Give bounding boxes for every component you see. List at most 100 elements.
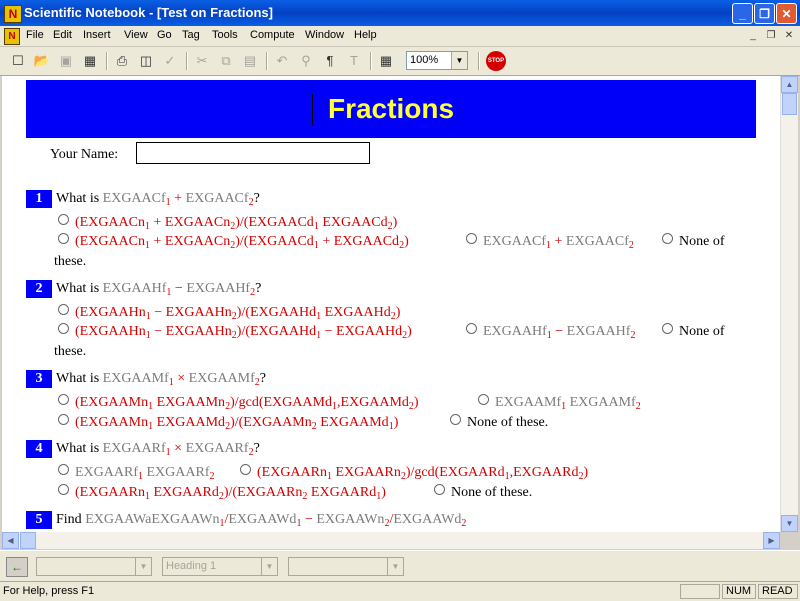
- document-area[interactable]: Fractions Your Name: 1 What is EXGAACf1 …: [2, 76, 780, 532]
- question-number: 3: [26, 370, 52, 388]
- scroll-left-icon[interactable]: ◀: [2, 532, 19, 549]
- zoom-select[interactable]: 100% ▼: [406, 51, 468, 70]
- maximize-button[interactable]: ❐: [754, 3, 775, 24]
- answer-option[interactable]: EXGAAMf1 EXGAAMf2: [478, 394, 641, 412]
- radio-button[interactable]: [58, 414, 69, 425]
- document-icon[interactable]: N: [4, 28, 20, 45]
- radio-button[interactable]: [58, 323, 69, 334]
- stop-icon[interactable]: STOP: [486, 51, 506, 71]
- radio-button[interactable]: [466, 323, 477, 334]
- open-icon[interactable]: 📂: [32, 51, 52, 71]
- menu-file[interactable]: File: [26, 29, 44, 41]
- print-preview-icon[interactable]: ◫: [136, 51, 156, 71]
- mdi-minimize-button[interactable]: _: [746, 29, 760, 43]
- table-icon[interactable]: ▦: [376, 51, 396, 71]
- copy-icon[interactable]: ⧉: [216, 51, 236, 71]
- save-icon[interactable]: ▣: [56, 51, 76, 71]
- answer-option[interactable]: None of these.: [434, 484, 532, 502]
- menu-help[interactable]: Help: [354, 29, 377, 41]
- minimize-button[interactable]: _: [732, 3, 753, 24]
- menu-view[interactable]: View: [124, 29, 148, 41]
- back-arrow-icon[interactable]: ←: [6, 557, 28, 577]
- answer-option[interactable]: (EXGAAMn1 EXGAAMn2)/gcd(EXGAAMd1,EXGAAMd…: [58, 394, 419, 412]
- paste-icon[interactable]: ▤: [240, 51, 260, 71]
- item-tag-select[interactable]: Heading 1 ▼: [162, 557, 278, 576]
- paragraph-icon[interactable]: ¶: [320, 51, 340, 71]
- question-prompt: What is EXGAACf1 + EXGAACf2?: [56, 191, 260, 208]
- radio-button[interactable]: [466, 233, 477, 244]
- radio-button[interactable]: [478, 394, 489, 405]
- chevron-down-icon[interactable]: ▼: [261, 558, 277, 575]
- new-icon[interactable]: ☐: [8, 51, 28, 71]
- menu-edit[interactable]: Edit: [53, 29, 72, 41]
- window-title: Scientific Notebook - [Test on Fractions…: [24, 5, 273, 20]
- radio-button[interactable]: [662, 233, 673, 244]
- radio-button[interactable]: [240, 464, 251, 475]
- radio-button[interactable]: [58, 484, 69, 495]
- answer-option-continued: these.: [54, 344, 87, 359]
- spellcheck-icon[interactable]: ✓: [160, 51, 180, 71]
- vertical-scrollbar[interactable]: ▲ ▼: [780, 76, 798, 532]
- vertical-scroll-thumb[interactable]: [782, 93, 797, 115]
- radio-button[interactable]: [58, 304, 69, 315]
- mdi-close-button[interactable]: ✕: [782, 29, 796, 43]
- print-icon[interactable]: ⎙: [112, 51, 132, 71]
- horizontal-scrollbar[interactable]: ◀ ▶: [2, 532, 780, 549]
- answer-option[interactable]: None of: [662, 323, 725, 341]
- answer-option[interactable]: (EXGAACn1 + EXGAACn2)/(EXGAACd1 EXGAACd2…: [58, 214, 397, 232]
- answer-option[interactable]: (EXGAARn1 EXGAARd2)/(EXGAARn2 EXGAARd1): [58, 484, 386, 502]
- close-button[interactable]: ✕: [776, 3, 797, 24]
- question-number: 5: [26, 511, 52, 529]
- zoom-value: 100%: [410, 54, 439, 66]
- num-indicator: NUM: [722, 584, 756, 599]
- name-field[interactable]: [136, 142, 370, 164]
- text-caret: [312, 94, 313, 126]
- answer-option[interactable]: (EXGAAHn1 − EXGAAHn2)/(EXGAAHd1 EXGAAHd2…: [58, 304, 400, 322]
- radio-button[interactable]: [662, 323, 673, 334]
- horizontal-scroll-thumb[interactable]: [20, 532, 36, 549]
- radio-button[interactable]: [58, 394, 69, 405]
- answer-option[interactable]: (EXGAACn1 + EXGAACn2)/(EXGAACd1 + EXGAAC…: [58, 233, 409, 251]
- answer-option[interactable]: EXGAACf1 + EXGAACf2: [466, 233, 634, 251]
- scroll-up-icon[interactable]: ▲: [781, 76, 798, 93]
- menu-window[interactable]: Window: [305, 29, 344, 41]
- answer-option[interactable]: EXGAARf1 EXGAARf2: [58, 464, 215, 482]
- standard-toolbar: ☐ 📂 ▣ ▦ ⎙ ◫ ✓ ✂ ⧉ ▤ ↶ ⚲ ¶ T ▦ 100% ▼ STO…: [0, 47, 800, 76]
- answer-option[interactable]: (EXGAARn1 EXGAARn2)/gcd(EXGAARd1,EXGAARd…: [240, 464, 588, 482]
- app-logo-icon: N: [4, 5, 22, 23]
- text-tag-select[interactable]: ▼: [288, 557, 404, 576]
- radio-button[interactable]: [58, 214, 69, 225]
- answer-option[interactable]: None of: [662, 233, 725, 251]
- chevron-down-icon[interactable]: ▼: [387, 558, 403, 575]
- undo-icon[interactable]: ↶: [272, 51, 292, 71]
- question-number: 4: [26, 440, 52, 458]
- find-icon[interactable]: ⚲: [296, 51, 316, 71]
- answer-option[interactable]: None of these.: [450, 414, 548, 432]
- menu-tools[interactable]: Tools: [212, 29, 238, 41]
- section-tag-select[interactable]: ▼: [36, 557, 152, 576]
- radio-button[interactable]: [58, 464, 69, 475]
- radio-button[interactable]: [450, 414, 461, 425]
- menu-tag[interactable]: Tag: [182, 29, 200, 41]
- text-icon[interactable]: T: [344, 51, 364, 71]
- blank-indicator: [680, 584, 720, 599]
- scroll-down-icon[interactable]: ▼: [781, 515, 798, 532]
- heading-banner: Fractions: [26, 80, 756, 138]
- menu-insert[interactable]: Insert: [83, 29, 111, 41]
- question-number: 1: [26, 190, 52, 208]
- cut-icon[interactable]: ✂: [192, 51, 212, 71]
- menu-compute[interactable]: Compute: [250, 29, 295, 41]
- menu-go[interactable]: Go: [157, 29, 172, 41]
- chevron-down-icon[interactable]: ▼: [451, 52, 467, 69]
- answer-option-continued: these.: [54, 254, 87, 269]
- chevron-down-icon[interactable]: ▼: [135, 558, 151, 575]
- radio-button[interactable]: [434, 484, 445, 495]
- answer-option[interactable]: (EXGAAHn1 − EXGAAHn2)/(EXGAAHd1 − EXGAAH…: [58, 323, 412, 341]
- title-bar[interactable]: N Scientific Notebook - [Test on Fractio…: [0, 0, 800, 26]
- export-icon[interactable]: ▦: [80, 51, 100, 71]
- answer-option[interactable]: (EXGAAMn1 EXGAAMd2)/(EXGAAMn2 EXGAAMd1): [58, 414, 398, 432]
- answer-option[interactable]: EXGAAHf1 − EXGAAHf2: [466, 323, 635, 341]
- mdi-restore-button[interactable]: ❐: [764, 29, 778, 43]
- scroll-right-icon[interactable]: ▶: [763, 532, 780, 549]
- radio-button[interactable]: [58, 233, 69, 244]
